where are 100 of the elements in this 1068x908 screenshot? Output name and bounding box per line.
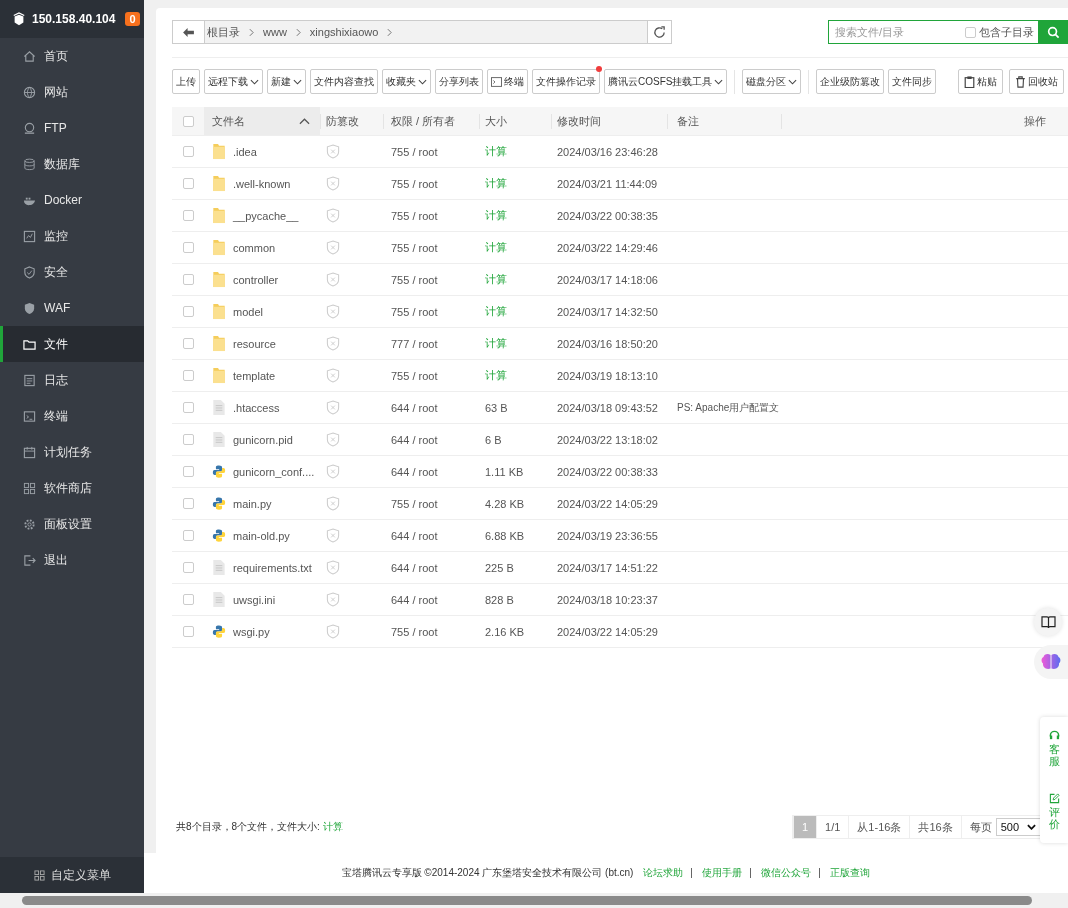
file-name[interactable]: gunicorn.pid bbox=[233, 433, 293, 446]
row-checkbox[interactable] bbox=[182, 466, 194, 477]
shield-icon[interactable] bbox=[326, 304, 340, 319]
row-checkbox[interactable] bbox=[182, 594, 194, 605]
column-header[interactable]: 修改时间 bbox=[557, 113, 601, 129]
shield-icon[interactable] bbox=[326, 592, 340, 607]
file-name[interactable]: gunicorn_conf.... bbox=[233, 465, 315, 478]
row-checkbox[interactable] bbox=[182, 498, 194, 509]
shield-icon[interactable] bbox=[326, 496, 340, 511]
toolbar-button[interactable]: 分享列表 bbox=[435, 69, 483, 94]
file-name[interactable]: .idea bbox=[233, 145, 257, 158]
file-name[interactable]: uwsgi.ini bbox=[233, 593, 276, 606]
file-name[interactable]: .htaccess bbox=[233, 401, 280, 414]
file-name[interactable]: __pycache__ bbox=[233, 209, 299, 222]
nav-item[interactable]: Docker bbox=[0, 182, 144, 218]
file-name[interactable]: model bbox=[233, 305, 263, 318]
file-name[interactable]: .well-known bbox=[233, 177, 291, 190]
toolbar-button[interactable]: 磁盘分区 bbox=[742, 69, 802, 94]
permission-cell[interactable]: 755 / root bbox=[391, 497, 438, 510]
custom-menu-button[interactable]: 自定义菜单 bbox=[0, 857, 144, 893]
toolbar-button[interactable]: 腾讯云COSFS挂载工具 bbox=[604, 69, 728, 94]
shield-icon[interactable] bbox=[326, 528, 340, 543]
shield-icon[interactable] bbox=[326, 560, 340, 575]
toolbar-button[interactable]: 远程下载 bbox=[204, 69, 263, 94]
shield-icon[interactable] bbox=[326, 368, 340, 383]
toolbar-button[interactable]: 文件内容查找 bbox=[310, 69, 378, 94]
nav-item[interactable]: 计划任务 bbox=[0, 434, 144, 470]
permission-cell[interactable]: 644 / root bbox=[391, 561, 438, 574]
permission-cell[interactable]: 644 / root bbox=[391, 529, 438, 542]
file-name[interactable]: controller bbox=[233, 273, 279, 286]
column-header[interactable]: 文件名 bbox=[204, 107, 320, 135]
file-name[interactable]: template bbox=[233, 369, 276, 382]
include-subdirectories-checkbox[interactable]: 包含子目录 bbox=[965, 21, 1038, 43]
toolbar-button[interactable]: 收藏夹 bbox=[382, 69, 431, 94]
row-checkbox[interactable] bbox=[182, 562, 194, 573]
toolbar-button[interactable]: 回收站 bbox=[1009, 69, 1064, 94]
toolbar-button[interactable]: 终端 bbox=[487, 69, 528, 94]
toolbar-button[interactable]: 新建 bbox=[267, 69, 306, 94]
nav-item[interactable]: 网站 bbox=[0, 74, 144, 110]
file-name[interactable]: main-old.py bbox=[233, 529, 290, 542]
row-checkbox[interactable] bbox=[182, 338, 194, 349]
path-bar[interactable]: 根目录 www xingshixiaowo bbox=[205, 21, 647, 43]
shield-icon[interactable] bbox=[326, 432, 340, 447]
shield-icon[interactable] bbox=[326, 272, 340, 287]
permission-cell[interactable]: 755 / root bbox=[391, 305, 438, 318]
search-button[interactable] bbox=[1038, 20, 1068, 44]
shield-icon[interactable] bbox=[326, 624, 340, 639]
file-name[interactable]: wsgi.py bbox=[233, 625, 270, 638]
row-checkbox[interactable] bbox=[182, 402, 194, 413]
permission-cell[interactable]: 755 / root bbox=[391, 241, 438, 254]
nav-item[interactable]: 退出 bbox=[0, 542, 144, 578]
select-all-checkbox[interactable] bbox=[182, 115, 194, 127]
row-checkbox[interactable] bbox=[182, 370, 194, 381]
nav-item[interactable]: 文件 bbox=[0, 326, 144, 362]
column-header[interactable]: 大小 bbox=[485, 113, 507, 129]
breadcrumb-item[interactable]: www bbox=[263, 26, 287, 38]
nav-item[interactable]: 面板设置 bbox=[0, 506, 144, 542]
row-checkbox[interactable] bbox=[182, 210, 194, 221]
nav-item[interactable]: WAF bbox=[0, 290, 144, 326]
permission-cell[interactable]: 644 / root bbox=[391, 433, 438, 446]
row-checkbox[interactable] bbox=[182, 146, 194, 157]
nav-item[interactable]: FTP bbox=[0, 110, 144, 146]
toolbar-button[interactable]: 企业级防篡改 bbox=[816, 69, 885, 94]
nav-item[interactable]: 监控 bbox=[0, 218, 144, 254]
shield-icon[interactable] bbox=[326, 176, 340, 191]
row-checkbox[interactable] bbox=[182, 626, 194, 637]
toolbar-button[interactable]: 文件操作记录 bbox=[532, 69, 600, 94]
row-checkbox[interactable] bbox=[182, 306, 194, 317]
nav-item[interactable]: 日志 bbox=[0, 362, 144, 398]
row-checkbox[interactable] bbox=[182, 274, 194, 285]
permission-cell[interactable]: 777 / root bbox=[391, 337, 438, 350]
permission-cell[interactable]: 755 / root bbox=[391, 209, 438, 222]
nav-item[interactable]: 软件商店 bbox=[0, 470, 144, 506]
toolbar-button[interactable]: 粘贴 bbox=[958, 69, 1003, 94]
breadcrumb-item[interactable]: 根目录 bbox=[207, 24, 240, 40]
ai-assistant-button[interactable] bbox=[1034, 645, 1068, 679]
file-name[interactable]: main.py bbox=[233, 497, 272, 510]
manual-button[interactable] bbox=[1034, 608, 1062, 636]
shield-icon[interactable] bbox=[326, 240, 340, 255]
note-cell[interactable]: PS: Apache用户配置文 bbox=[677, 400, 780, 415]
scrollbar-thumb[interactable] bbox=[22, 896, 1032, 905]
breadcrumb-item[interactable]: xingshixiaowo bbox=[309, 26, 379, 38]
permission-cell[interactable]: 644 / root bbox=[391, 401, 438, 414]
row-checkbox[interactable] bbox=[182, 242, 194, 253]
shield-icon[interactable] bbox=[326, 336, 340, 351]
toolbar-button[interactable]: 文件同步 bbox=[888, 69, 937, 94]
row-checkbox[interactable] bbox=[182, 178, 194, 189]
shield-icon[interactable] bbox=[326, 208, 340, 223]
row-checkbox[interactable] bbox=[182, 434, 194, 445]
nav-item[interactable]: 终端 bbox=[0, 398, 144, 434]
search-field[interactable]: 搜索文件/目录 包含子目录 bbox=[828, 20, 1038, 44]
permission-cell[interactable]: 755 / root bbox=[391, 177, 438, 190]
permission-cell[interactable]: 755 / root bbox=[391, 369, 438, 382]
shield-icon[interactable] bbox=[326, 464, 340, 479]
permission-cell[interactable]: 644 / root bbox=[391, 593, 438, 606]
permission-cell[interactable]: 755 / root bbox=[391, 273, 438, 286]
file-name[interactable]: resource bbox=[233, 337, 276, 350]
toolbar-button[interactable]: 上传 bbox=[172, 69, 200, 94]
permission-cell[interactable]: 755 / root bbox=[391, 145, 438, 158]
nav-item[interactable]: 安全 bbox=[0, 254, 144, 290]
